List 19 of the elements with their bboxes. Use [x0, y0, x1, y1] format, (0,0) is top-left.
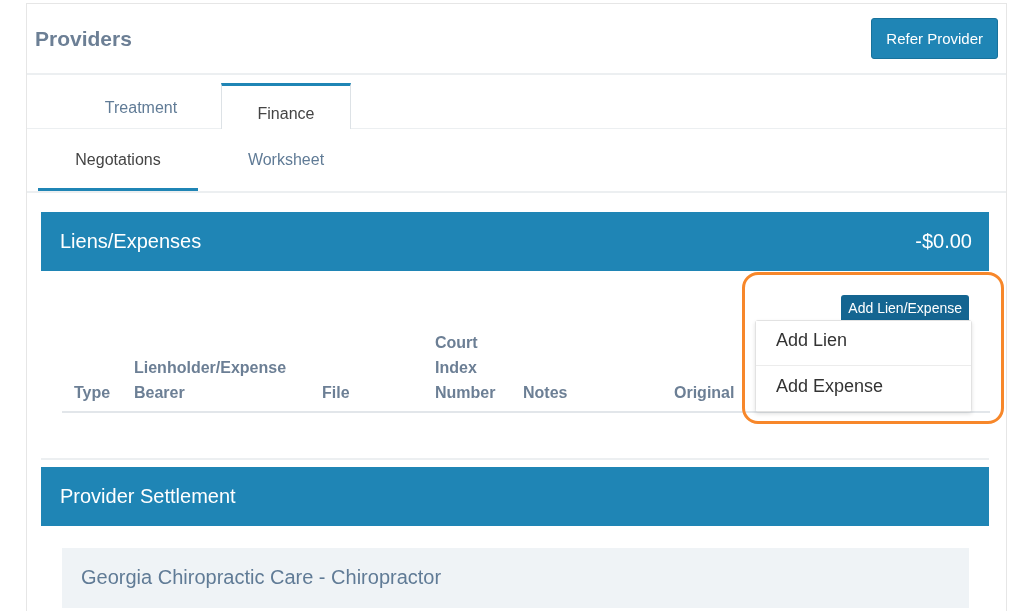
menu-item[interactable]: Add Expense: [756, 366, 971, 411]
add-lien-expense-button[interactable]: Add Lien/Expense: [841, 295, 969, 321]
menu-item[interactable]: Add Lien: [756, 321, 971, 366]
provider-row[interactable]: Georgia Chiropractic Care - Chiropractor: [62, 548, 969, 608]
subtab[interactable]: Negotations: [38, 129, 198, 191]
column-header: Original: [674, 384, 735, 401]
subtab[interactable]: Worksheet: [206, 129, 366, 191]
total-amount: -$0.00: [915, 230, 972, 253]
page-title: Providers: [35, 26, 132, 51]
section-title: Liens/Expenses: [60, 230, 202, 253]
column-header: File: [322, 384, 350, 401]
column-header: Court Index Number: [435, 334, 496, 401]
column-header: Type: [74, 384, 111, 401]
column-header: Notes: [523, 384, 568, 401]
column-header: Lienholder/Expense Bearer: [134, 359, 287, 401]
refer-provider-button[interactable]: Refer Provider: [871, 18, 998, 59]
tab[interactable]: Finance: [221, 83, 351, 129]
tab[interactable]: Treatment: [61, 83, 221, 128]
section-title: Provider Settlement: [60, 485, 236, 508]
